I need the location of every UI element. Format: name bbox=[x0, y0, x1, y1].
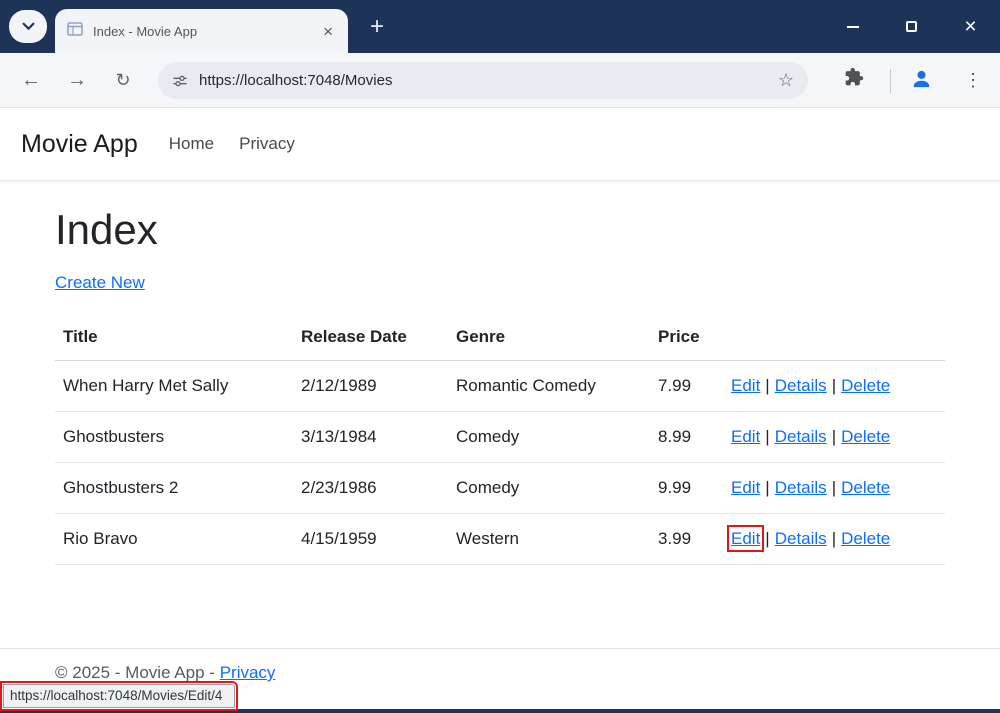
genre-cell: Western bbox=[448, 514, 650, 565]
brand-link[interactable]: Movie App bbox=[21, 130, 138, 159]
column-header-actions bbox=[723, 314, 945, 361]
status-bar-link-preview: https://localhost:7048/Movies/Edit/4 bbox=[3, 684, 235, 708]
action-separator: | bbox=[832, 376, 836, 395]
table-header-row: Title Release Date Genre Price bbox=[55, 314, 945, 361]
edit-link-highlighted[interactable]: Edit bbox=[731, 529, 760, 548]
movie-title-cell: When Harry Met Sally bbox=[55, 361, 293, 412]
toolbar-divider bbox=[890, 69, 891, 93]
site-navbar: Movie App Home Privacy bbox=[0, 108, 1000, 181]
status-url: https://localhost:7048/Movies/Edit/4 bbox=[10, 688, 222, 703]
action-separator: | bbox=[832, 427, 836, 446]
delete-link[interactable]: Delete bbox=[841, 478, 890, 497]
new-tab-button[interactable]: + bbox=[362, 12, 392, 42]
price-cell: 9.99 bbox=[650, 463, 723, 514]
genre-cell: Romantic Comedy bbox=[448, 361, 650, 412]
release-date-cell: 4/15/1959 bbox=[293, 514, 448, 565]
browser-titlebar: Index - Movie App × + × bbox=[0, 0, 1000, 53]
edit-link[interactable]: Edit bbox=[731, 376, 760, 395]
table-row: Ghostbusters 2 2/23/1986 Comedy 9.99 Edi… bbox=[55, 463, 945, 514]
browser-toolbar: ← → ↻ https://localhost:7048/Movies ☆ ⋮ bbox=[0, 53, 1000, 108]
genre-cell: Comedy bbox=[448, 412, 650, 463]
maximize-icon bbox=[906, 21, 917, 32]
browser-tab[interactable]: Index - Movie App × bbox=[55, 9, 348, 53]
bookmark-star-icon[interactable]: ☆ bbox=[776, 70, 796, 91]
create-new-link[interactable]: Create New bbox=[55, 273, 145, 292]
column-header-genre: Genre bbox=[448, 314, 650, 361]
web-page: Movie App Home Privacy Index Create New … bbox=[0, 108, 1000, 709]
url-text: https://localhost:7048/Movies bbox=[199, 72, 776, 89]
browser-menu-icon[interactable]: ⋮ bbox=[958, 65, 988, 95]
delete-link[interactable]: Delete bbox=[841, 529, 890, 548]
actions-cell: Edit | Details | Delete bbox=[723, 514, 945, 565]
action-separator: | bbox=[765, 427, 769, 446]
forward-button[interactable]: → bbox=[60, 63, 94, 97]
close-window-button[interactable]: × bbox=[941, 0, 1000, 53]
window-bottom-edge bbox=[0, 709, 1000, 713]
price-cell: 3.99 bbox=[650, 514, 723, 565]
release-date-cell: 2/12/1989 bbox=[293, 361, 448, 412]
refresh-button[interactable]: ↻ bbox=[106, 63, 140, 97]
table-row: When Harry Met Sally 2/12/1989 Romantic … bbox=[55, 361, 945, 412]
footer-privacy-link[interactable]: Privacy bbox=[220, 663, 276, 682]
browser-window: Index - Movie App × + × ← → ↻ https://lo… bbox=[0, 0, 1000, 713]
actions-cell: Edit | Details | Delete bbox=[723, 412, 945, 463]
back-button[interactable]: ← bbox=[14, 63, 48, 97]
release-date-cell: 2/23/1986 bbox=[293, 463, 448, 514]
actions-cell: Edit | Details | Delete bbox=[723, 361, 945, 412]
release-date-cell: 3/13/1984 bbox=[293, 412, 448, 463]
page-title: Index bbox=[55, 206, 945, 254]
tab-search-button[interactable] bbox=[9, 10, 47, 43]
tab-favicon-icon bbox=[67, 21, 83, 42]
delete-link[interactable]: Delete bbox=[841, 376, 890, 395]
window-controls: × bbox=[823, 0, 1000, 53]
site-info-icon[interactable] bbox=[172, 73, 188, 89]
profile-avatar-icon[interactable] bbox=[910, 67, 933, 93]
movie-title-cell: Ghostbusters bbox=[55, 412, 293, 463]
action-separator: | bbox=[765, 529, 769, 548]
nav-links: Home Privacy bbox=[169, 134, 295, 154]
address-bar[interactable]: https://localhost:7048/Movies ☆ bbox=[158, 62, 808, 99]
details-link[interactable]: Details bbox=[775, 376, 827, 395]
actions-cell: Edit | Details | Delete bbox=[723, 463, 945, 514]
price-cell: 8.99 bbox=[650, 412, 723, 463]
details-link[interactable]: Details bbox=[775, 478, 827, 497]
action-separator: | bbox=[832, 478, 836, 497]
chevron-down-icon bbox=[22, 19, 35, 34]
table-row: Rio Bravo 4/15/1959 Western 3.99 Edit | De… bbox=[55, 514, 945, 565]
movie-title-cell: Ghostbusters 2 bbox=[55, 463, 293, 514]
delete-link[interactable]: Delete bbox=[841, 427, 890, 446]
tab-title: Index - Movie App bbox=[93, 24, 310, 39]
extensions-puzzle-icon[interactable] bbox=[844, 67, 864, 90]
action-separator: | bbox=[765, 478, 769, 497]
column-header-release-date: Release Date bbox=[293, 314, 448, 361]
nav-link-home[interactable]: Home bbox=[169, 134, 214, 154]
edit-link[interactable]: Edit bbox=[731, 427, 760, 446]
details-link[interactable]: Details bbox=[775, 529, 827, 548]
tab-close-icon[interactable]: × bbox=[320, 23, 336, 40]
details-link[interactable]: Details bbox=[775, 427, 827, 446]
column-header-price: Price bbox=[650, 314, 723, 361]
main-content: Index Create New Title Release Date Genr… bbox=[0, 181, 1000, 565]
table-row: Ghostbusters 3/13/1984 Comedy 8.99 Edit |… bbox=[55, 412, 945, 463]
movie-title-cell: Rio Bravo bbox=[55, 514, 293, 565]
footer-copyright: © 2025 - Movie App - bbox=[55, 663, 215, 682]
maximize-button[interactable] bbox=[882, 0, 941, 53]
minimize-button[interactable] bbox=[823, 0, 882, 53]
action-separator: | bbox=[832, 529, 836, 548]
action-separator: | bbox=[765, 376, 769, 395]
genre-cell: Comedy bbox=[448, 463, 650, 514]
nav-link-privacy[interactable]: Privacy bbox=[239, 134, 295, 154]
movies-table: Title Release Date Genre Price When Harr… bbox=[55, 314, 945, 565]
column-header-title: Title bbox=[55, 314, 293, 361]
price-cell: 7.99 bbox=[650, 361, 723, 412]
minimize-icon bbox=[847, 26, 859, 28]
edit-link[interactable]: Edit bbox=[731, 478, 760, 497]
